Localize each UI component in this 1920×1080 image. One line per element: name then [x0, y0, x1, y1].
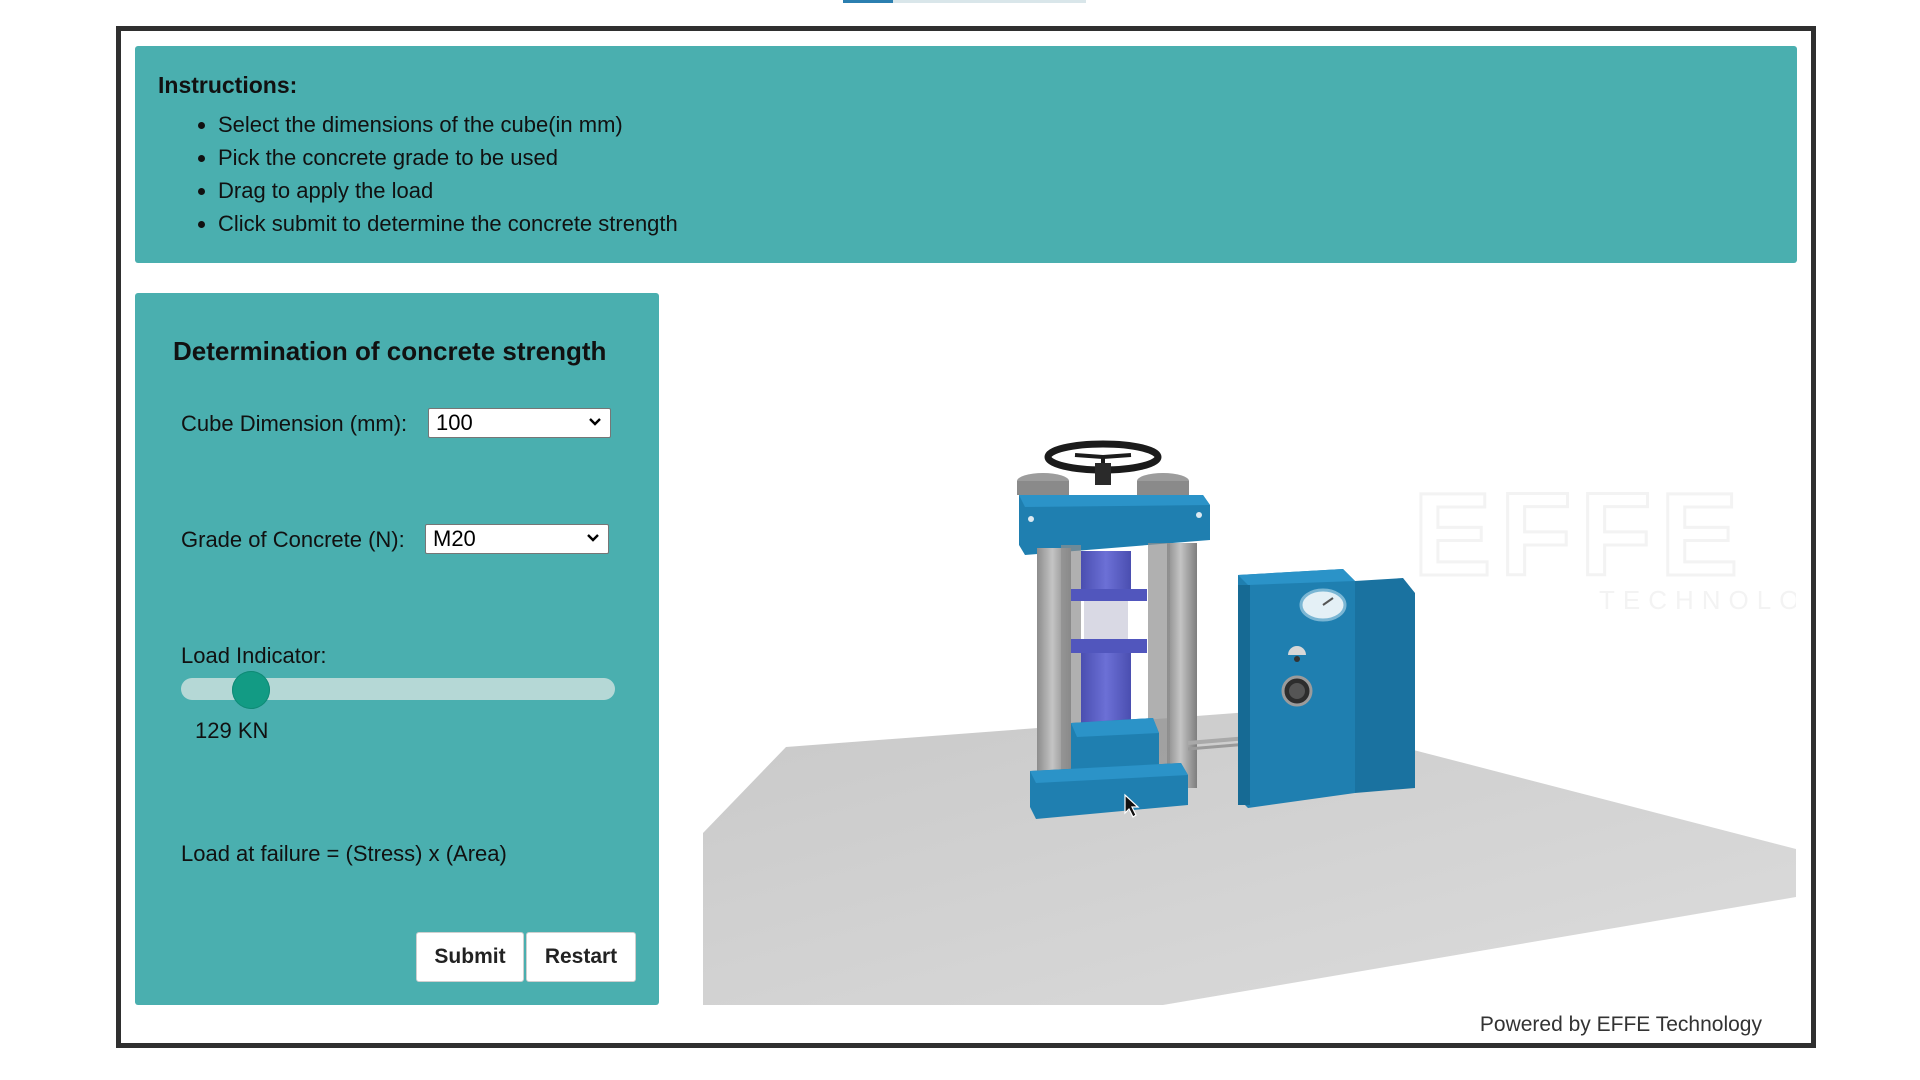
cube-dimension-value: 100 — [436, 410, 473, 435]
instructions-box: Instructions: Select the dimensions of t… — [135, 46, 1797, 263]
load-value: 129 KN — [195, 718, 269, 743]
chevron-down-icon — [587, 534, 599, 542]
submit-button[interactable]: Submit — [416, 932, 524, 982]
control-unit — [1238, 569, 1415, 808]
instructions-title: Instructions: — [158, 72, 298, 98]
instruction-item: Click submit to determine the concrete s… — [218, 207, 1774, 240]
instruction-item: Select the dimensions of the cube(in mm) — [218, 108, 1774, 141]
cube-dimension-select[interactable]: 100 — [428, 408, 611, 438]
grade-of-concrete-value: M20 — [433, 526, 476, 551]
grade-of-concrete-select[interactable]: M20 — [425, 524, 609, 554]
top-tab-indicator — [843, 0, 1086, 3]
load-indicator-label: Load Indicator: — [181, 643, 327, 668]
cube-dimension-label: Cube Dimension (mm): — [181, 411, 408, 436]
compression-machine-illustration: EFFE TECHNOLOGY — [703, 440, 1854, 1005]
chevron-down-icon — [589, 418, 601, 426]
control-panel: Determination of concrete strength Cube … — [135, 293, 659, 1005]
restart-button[interactable]: Restart — [526, 932, 636, 982]
3d-scene[interactable]: EFFE TECHNOLOGY — [703, 293, 1854, 1005]
load-slider-thumb[interactable] — [232, 671, 271, 709]
powered-by-footer: Powered by EFFE Technology — [1479, 1013, 1762, 1036]
grade-of-concrete-label: Grade of Concrete (N): — [181, 527, 405, 552]
effe-watermark: EFFE TECHNOLOGY — [1412, 468, 1854, 616]
instruction-item: Pick the concrete grade to be used — [218, 141, 1774, 174]
panel-title: Determination of concrete strength — [173, 336, 607, 366]
watermark-main-text: EFFE — [1413, 469, 1747, 601]
watermark-sub-text: TECHNOLOGY — [1599, 585, 1796, 615]
top-tab-active-indicator — [843, 0, 893, 3]
formula-text: Load at failure = (Stress) x (Area) — [181, 841, 507, 866]
instructions-list: Select the dimensions of the cube(in mm)… — [158, 108, 1774, 240]
instruction-item: Drag to apply the load — [218, 174, 1774, 207]
